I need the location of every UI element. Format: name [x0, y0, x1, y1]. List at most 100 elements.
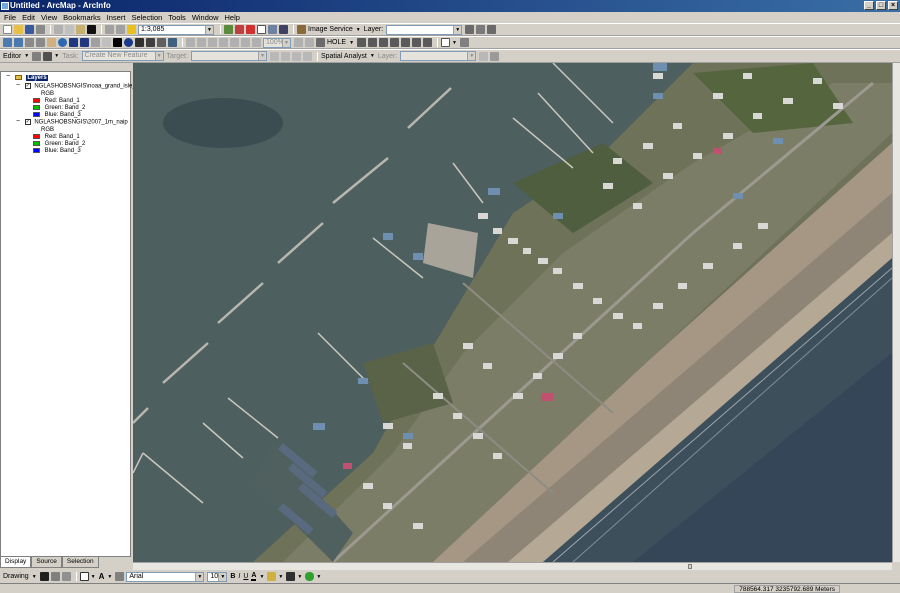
time-slider-icon[interactable] [168, 38, 177, 47]
rotate-tool-icon[interactable] [280, 51, 290, 61]
layers-root[interactable]: − Layers [5, 73, 48, 82]
extension-tool-icon[interactable] [459, 38, 469, 47]
zoom-in-icon[interactable] [3, 38, 12, 47]
hole-tool-icon[interactable] [390, 38, 400, 47]
menu-insert[interactable]: Insert [107, 13, 126, 22]
menu-bookmarks[interactable]: Bookmarks [63, 13, 101, 22]
edit-vertices-icon[interactable] [115, 572, 125, 581]
rotate-icon[interactable] [50, 572, 60, 581]
menu-edit[interactable]: Edit [22, 13, 35, 22]
minimize-button[interactable]: _ [864, 1, 874, 10]
chevron-down-icon[interactable]: ▼ [356, 27, 361, 33]
undo-icon[interactable] [105, 25, 114, 34]
chevron-down-icon[interactable]: ▼ [91, 574, 96, 580]
chevron-down-icon[interactable]: ▼ [316, 574, 321, 580]
image-tool-icon[interactable] [465, 25, 475, 34]
chevron-down-icon[interactable]: ▼ [278, 574, 283, 580]
chevron-down-icon[interactable]: ▼ [154, 52, 163, 60]
layout-tool-icon[interactable] [197, 38, 206, 47]
paste-icon[interactable] [76, 25, 85, 34]
command-line-icon[interactable] [257, 25, 266, 34]
hole-menu[interactable]: HOLE [327, 39, 346, 46]
task-combo[interactable]: Create New Feature ▼ [81, 51, 164, 61]
clear-selection-icon[interactable] [102, 38, 111, 47]
copy-icon[interactable] [65, 25, 74, 34]
bold-button[interactable]: B [230, 573, 235, 580]
find-icon[interactable] [135, 38, 144, 47]
chevron-down-icon[interactable]: ▼ [195, 572, 204, 581]
chevron-down-icon[interactable]: ▼ [370, 53, 375, 59]
redo-icon[interactable] [116, 25, 125, 34]
tab-selection[interactable]: Selection [61, 557, 99, 568]
rectangle-tool-icon[interactable] [79, 572, 89, 581]
layout-tool-icon[interactable] [294, 38, 303, 47]
map-horizontal-scrollbar[interactable] [133, 562, 892, 570]
image-tool-icon[interactable] [476, 25, 486, 34]
sketch-tool-icon[interactable] [43, 51, 53, 61]
maximize-button[interactable]: □ [876, 1, 886, 10]
text-tool-icon[interactable]: A [99, 572, 105, 581]
add-data-icon[interactable] [127, 25, 136, 34]
line-color-icon[interactable] [286, 572, 296, 581]
model-builder-icon[interactable] [268, 25, 277, 34]
menu-view[interactable]: View [41, 13, 57, 22]
spatial-analyst-menu[interactable]: Spatial Analyst [321, 53, 367, 60]
zoom-whole-page-icon[interactable] [61, 572, 71, 581]
font-size-combo[interactable]: 10 ▼ [207, 571, 228, 582]
next-extent-icon[interactable] [80, 38, 89, 47]
pan-icon[interactable] [47, 38, 56, 47]
sketch-properties-icon[interactable] [302, 51, 312, 61]
chevron-down-icon[interactable]: ▼ [24, 53, 29, 59]
image-tool-icon[interactable] [487, 25, 497, 34]
zoom-out-icon[interactable] [14, 38, 23, 47]
layout-tool-icon[interactable] [252, 38, 261, 47]
tab-source[interactable]: Source [31, 557, 62, 568]
collapse-icon[interactable]: − [5, 73, 11, 80]
chevron-down-icon[interactable]: ▼ [257, 52, 266, 60]
menu-window[interactable]: Window [192, 13, 219, 22]
layers-root-label[interactable]: Layers [26, 74, 48, 81]
target-combo[interactable]: ▼ [190, 51, 267, 61]
hole-tool-icon[interactable] [412, 38, 422, 47]
zoom-percent-combo[interactable]: 100% ▼ [263, 37, 291, 48]
split-tool-icon[interactable] [269, 51, 279, 61]
chevron-down-icon[interactable]: ▼ [205, 25, 213, 34]
close-button[interactable]: × [888, 1, 898, 10]
chevron-down-icon[interactable]: ▼ [259, 574, 264, 580]
hole-tool-icon[interactable] [379, 38, 389, 47]
identify-icon[interactable] [124, 38, 133, 47]
save-icon[interactable] [25, 25, 34, 34]
underline-button[interactable]: U [243, 573, 248, 580]
fixed-zoom-in-icon[interactable] [25, 38, 34, 47]
measure-icon[interactable] [146, 38, 155, 47]
edit-tool-icon[interactable] [32, 51, 42, 61]
map-display[interactable] [133, 63, 892, 562]
hyperlink-icon[interactable] [157, 38, 166, 47]
select-features-icon[interactable] [91, 38, 100, 47]
fill-color-icon[interactable] [267, 572, 277, 581]
italic-button[interactable]: I [238, 573, 240, 580]
chevron-down-icon[interactable]: ▼ [452, 40, 457, 46]
drawing-menu[interactable]: Drawing [3, 573, 29, 580]
toc-layer-2[interactable]: − ✓ NGLASHOBSNGIS\2007_1m_naip [15, 118, 128, 127]
full-extent-icon[interactable] [58, 38, 67, 47]
layout-tool-icon[interactable] [219, 38, 228, 47]
hole-tool-icon[interactable] [368, 38, 378, 47]
font-combo[interactable]: Arial ▼ [126, 571, 205, 582]
image-service-menu[interactable]: Image Service [308, 26, 353, 33]
previous-extent-icon[interactable] [69, 38, 78, 47]
arccatalog-icon[interactable] [246, 25, 255, 34]
cut-icon[interactable] [54, 25, 63, 34]
fixed-zoom-out-icon[interactable] [36, 38, 45, 47]
open-folder-icon[interactable] [14, 25, 23, 34]
select-elements-icon[interactable] [39, 572, 49, 581]
layout-tool-icon[interactable] [241, 38, 250, 47]
chevron-down-icon[interactable]: ▼ [467, 52, 476, 60]
chevron-down-icon[interactable]: ▼ [32, 574, 37, 580]
chevron-down-icon[interactable]: ▼ [54, 53, 59, 59]
layout-tool-icon[interactable] [305, 38, 314, 47]
editor-toolbar-icon[interactable] [224, 25, 233, 34]
new-document-icon[interactable] [3, 25, 12, 34]
chevron-down-icon[interactable]: ▼ [453, 25, 462, 34]
sa-layer-combo[interactable]: ▼ [400, 51, 477, 61]
